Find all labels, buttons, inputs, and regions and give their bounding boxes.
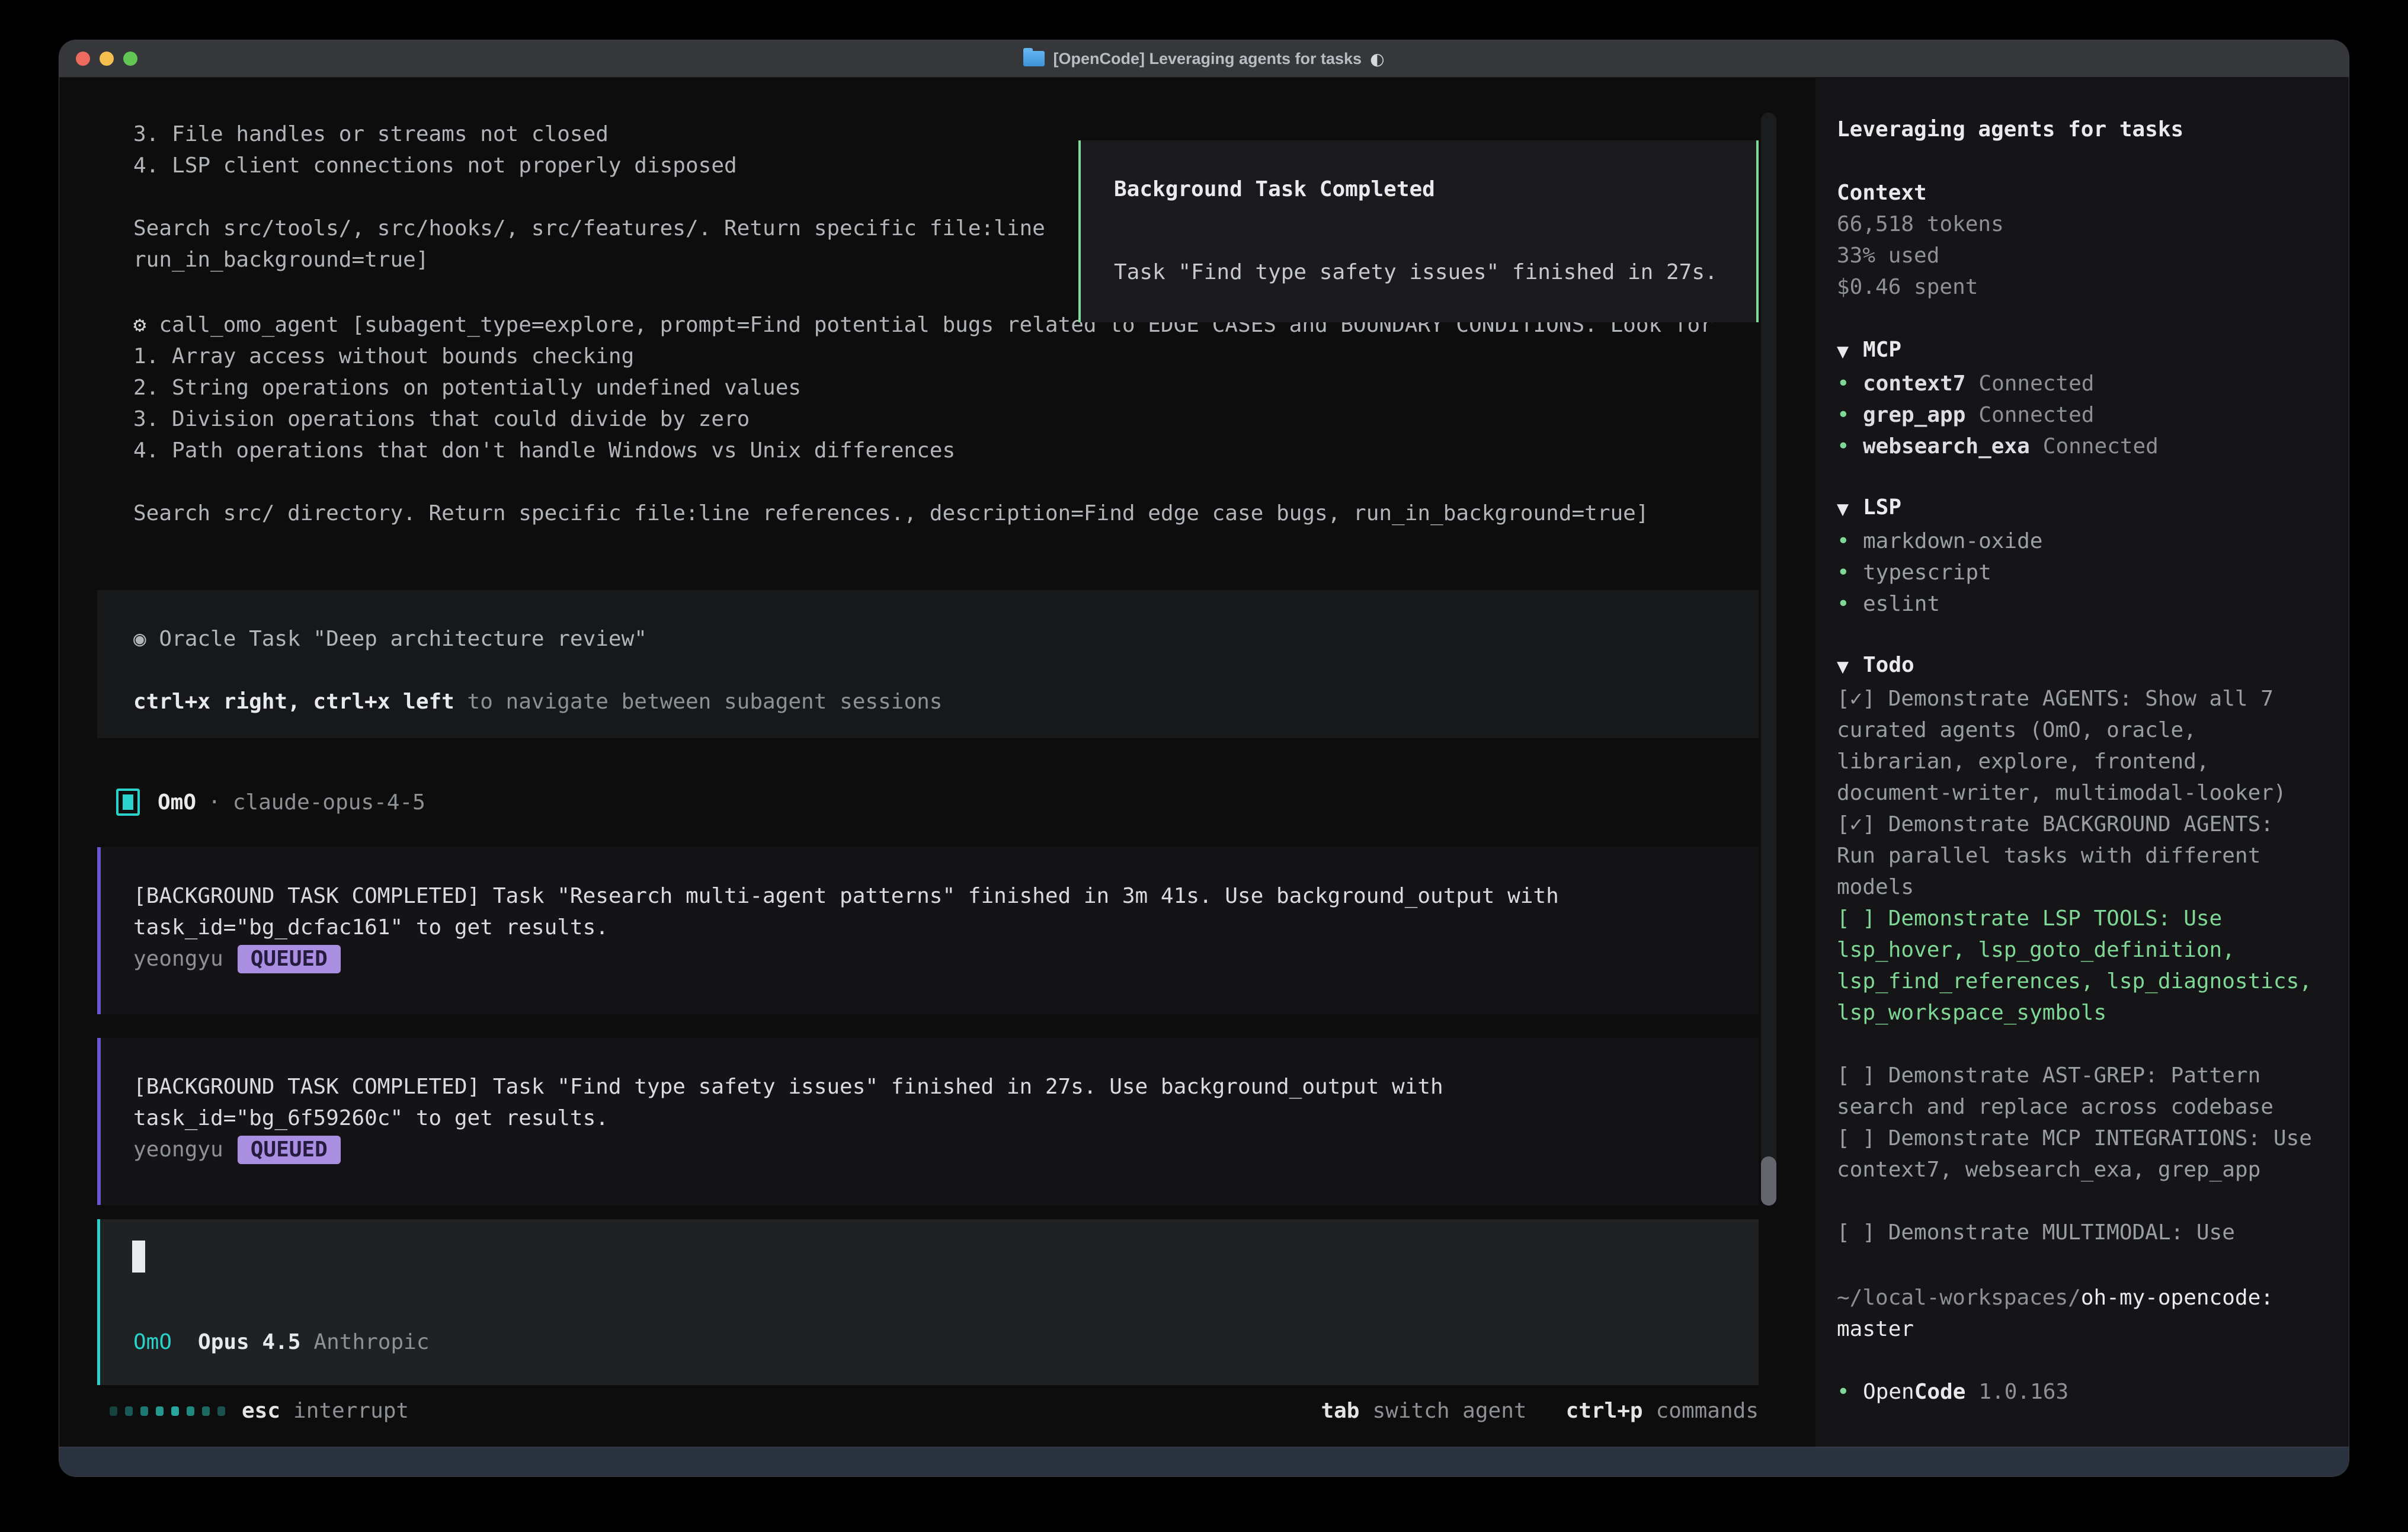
tool-call-tail: Search src/ directory. Return specific f… xyxy=(133,498,1775,529)
app-version: •OpenCode1.0.163 xyxy=(1837,1376,2318,1408)
todo-item-done: [✓] Demonstrate BACKGROUND AGENTS: Run p… xyxy=(1837,809,2318,903)
tool-call-item: 4. Path operations that don't handle Win… xyxy=(133,435,1775,466)
todo-section: ▼Todo [✓] Demonstrate AGENTS: Show all 7… xyxy=(1837,649,2318,1248)
agent-header: OmO · claude-opus-4-5 xyxy=(116,786,425,819)
bullet-dot-icon: • xyxy=(1837,525,1863,557)
context-used: 33% used xyxy=(1837,240,2318,271)
tool-call-item: 2. String operations on potentially unde… xyxy=(133,372,1775,403)
terminal-scrollbar[interactable] xyxy=(1761,113,1776,1206)
todo-item-pending: [ ] Demonstrate AST-GREP: Pattern search… xyxy=(1837,1060,2318,1123)
message-text: [BACKGROUND TASK COMPLETED] Task "Resear… xyxy=(133,880,1705,943)
workspace-path: ~/local-workspaces/oh-my-opencode: maste… xyxy=(1837,1282,2318,1345)
terminal-scrollbar-thumb[interactable] xyxy=(1761,1156,1776,1206)
tool-call-item: 3. Division operations that could divide… xyxy=(133,403,1775,435)
lsp-item: •typescript xyxy=(1837,557,2318,588)
toast-body: Task "Find type safety issues" finished … xyxy=(1114,257,1749,288)
lsp-heading: LSP xyxy=(1863,495,1901,520)
prompt-model: Opus 4.5 xyxy=(198,1326,300,1358)
bullet-dot-icon: • xyxy=(1837,557,1863,588)
chevron-down-icon[interactable]: ▼ xyxy=(1837,494,1863,525)
lsp-item: •markdown-oxide xyxy=(1837,525,2318,557)
tab-key-label: switch agent xyxy=(1372,1395,1526,1427)
status-badge: QUEUED xyxy=(238,945,341,973)
oracle-task-panel: ◉ Oracle Task "Deep architecture review"… xyxy=(97,590,1759,738)
titlebar: [OpenCode] Leveraging agents for tasks ◐ xyxy=(59,40,2349,78)
maximize-button[interactable] xyxy=(123,52,137,66)
sidebar: Leveraging agents for tasks Context 66,5… xyxy=(1815,77,2349,1447)
version-number: 1.0.163 xyxy=(1978,1376,2068,1408)
background-task-message: [BACKGROUND TASK COMPLETED] Task "Find t… xyxy=(97,1038,1759,1205)
agent-name: OmO xyxy=(158,787,196,818)
esc-key-hint: esc xyxy=(242,1395,280,1427)
status-badge: QUEUED xyxy=(238,1136,341,1164)
half-circle-icon: ◐ xyxy=(1370,43,1384,75)
gear-icon: ⚙ xyxy=(133,313,159,337)
toast-title: Background Task Completed xyxy=(1114,174,1749,205)
window-title-text: [OpenCode] Leveraging agents for tasks xyxy=(1053,43,1362,75)
todo-item-active: [ ] Demonstrate LSP TOOLS: Use lsp_hover… xyxy=(1837,903,2318,1028)
background-task-toast: Background Task Completed Task "Find typ… xyxy=(1078,140,1759,322)
oracle-task-header: ◉ Oracle Task "Deep architecture review" xyxy=(133,623,1759,655)
window-bottom-edge xyxy=(59,1447,2349,1476)
shortcut-hint: to navigate between subagent sessions xyxy=(454,690,943,714)
workspace-repo: oh-my-opencode: xyxy=(2081,1286,2273,1310)
esc-key-label: interrupt xyxy=(293,1395,409,1427)
bullet-dot-icon: • xyxy=(1837,431,1863,462)
workspace-branch: master xyxy=(1837,1317,1914,1341)
todo-item-done: [✓] Demonstrate AGENTS: Show all 7 curat… xyxy=(1837,683,2318,809)
todo-item-pending: [ ] Demonstrate MCP INTEGRATIONS: Use co… xyxy=(1837,1123,2318,1185)
shortcut-keys: ctrl+x right, ctrl+x left xyxy=(133,690,454,714)
tool-call-item: 1. Array access without bounds checking xyxy=(133,341,1775,372)
message-author: yeongyu xyxy=(133,1134,223,1165)
workspace-path-prefix: ~/local-workspaces/ xyxy=(1837,1286,2081,1310)
bullet-dot-icon: • xyxy=(1837,588,1863,620)
lsp-item: •eslint xyxy=(1837,588,2318,620)
tool-call-block: ⚙ call_omo_agent [subagent_type=explore,… xyxy=(133,309,1775,529)
prompt-agent: OmO xyxy=(133,1326,172,1358)
folder-icon xyxy=(1023,51,1045,66)
ctrlp-key-label: commands xyxy=(1656,1395,1759,1427)
bullet-dot-icon: • xyxy=(1837,368,1863,399)
mcp-item: •websearch_exaConnected xyxy=(1837,431,2318,462)
ctrlp-key-hint: ctrl+p xyxy=(1566,1395,1643,1427)
separator-dot: · xyxy=(208,787,221,818)
lsp-section: ▼LSP •markdown-oxide •typescript •eslint xyxy=(1837,492,2318,620)
mcp-item: •grep_appConnected xyxy=(1837,399,2318,431)
todo-heading: Todo xyxy=(1863,653,1914,677)
prompt-input[interactable]: OmO Opus 4.5 Anthropic xyxy=(97,1219,1759,1385)
status-bar: esc interrupt tab switch agent ctrl+p co… xyxy=(110,1395,1759,1427)
background-task-message: [BACKGROUND TASK COMPLETED] Task "Resear… xyxy=(97,847,1759,1014)
bullet-dot-icon: • xyxy=(1837,1376,1863,1408)
app-window: [OpenCode] Leveraging agents for tasks ◐… xyxy=(59,40,2349,1476)
close-button[interactable] xyxy=(76,52,90,66)
context-section: Context 66,518 tokens 33% used $0.46 spe… xyxy=(1837,177,2318,303)
message-text: [BACKGROUND TASK COMPLETED] Task "Find t… xyxy=(133,1071,1705,1134)
traffic-lights xyxy=(76,40,137,77)
minimize-button[interactable] xyxy=(100,52,114,66)
chevron-down-icon[interactable]: ▼ xyxy=(1837,652,1863,683)
agent-model: claude-opus-4-5 xyxy=(233,787,425,818)
mcp-item: •context7Connected xyxy=(1837,368,2318,399)
mcp-section: ▼MCP •context7Connected •grep_appConnect… xyxy=(1837,334,2318,462)
chevron-down-icon[interactable]: ▼ xyxy=(1837,336,1863,368)
context-heading: Context xyxy=(1837,177,2318,209)
desktop: [OpenCode] Leveraging agents for tasks ◐… xyxy=(0,0,2408,1532)
window-title: [OpenCode] Leveraging agents for tasks ◐ xyxy=(1023,43,1384,75)
todo-item-pending: [ ] Demonstrate MULTIMODAL: Use xyxy=(1837,1217,2318,1248)
context-tokens: 66,518 tokens xyxy=(1837,209,2318,240)
brand-name: Open xyxy=(1863,1376,1914,1408)
prompt-provider: Anthropic xyxy=(313,1326,429,1358)
context-spent: $0.46 spent xyxy=(1837,271,2318,303)
session-title: Leveraging agents for tasks xyxy=(1837,114,2318,145)
mcp-heading: MCP xyxy=(1863,338,1901,362)
tab-key-hint: tab xyxy=(1321,1395,1359,1427)
message-author: yeongyu xyxy=(133,943,223,975)
text-cursor xyxy=(132,1241,145,1273)
bullet-dot-icon: • xyxy=(1837,399,1863,431)
agent-square-icon xyxy=(116,789,140,816)
loading-spinner xyxy=(110,1406,225,1416)
